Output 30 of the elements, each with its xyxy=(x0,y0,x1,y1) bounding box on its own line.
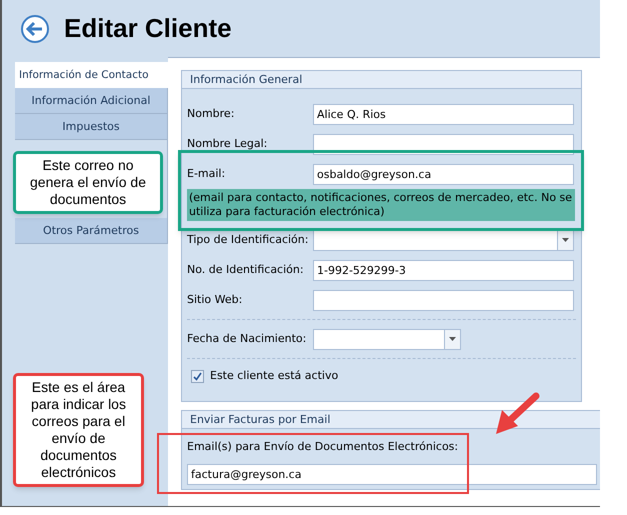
field-label: Tipo de Identificación: xyxy=(187,232,310,248)
sidebar-tab[interactable]: Información Adicional xyxy=(15,88,167,114)
window-title: Editar Cliente xyxy=(64,12,232,45)
checkbox-label: Este cliente está activo xyxy=(210,368,338,384)
input-field[interactable]: factura@greyson.ca xyxy=(187,464,597,484)
group-title: Enviar Facturas por Email xyxy=(182,411,600,429)
field-label: Nombre Legal: xyxy=(187,136,268,152)
group-title: Información General xyxy=(182,71,581,89)
sidebar-tab[interactable]: Información de Contacto xyxy=(15,62,168,88)
checkbox[interactable] xyxy=(191,370,204,382)
arrow-icon xyxy=(494,392,540,436)
field-label: No. de Identificación: xyxy=(187,262,305,278)
caret-icon xyxy=(449,337,456,341)
input-field[interactable] xyxy=(313,290,574,310)
field-label: Sitio Web: xyxy=(187,292,244,308)
caret-icon xyxy=(562,238,569,242)
field-label: Fecha de Nacimiento: xyxy=(187,330,308,347)
field-label: E-mail: xyxy=(187,166,226,182)
dropdown-field[interactable] xyxy=(313,230,574,250)
input-field[interactable]: 1-992-529299-3 xyxy=(313,260,574,280)
field-label: Nombre: xyxy=(187,106,236,122)
date-picker[interactable] xyxy=(313,328,461,350)
sidebar-tab[interactable]: Impuestos xyxy=(15,114,167,140)
field-label: Email(s) para Envío de Documentos Electrónicos: xyxy=(186,439,460,455)
sidebar-tab[interactable]: Otros Parámetros xyxy=(15,218,167,244)
input-field[interactable]: Alice Q. Rios xyxy=(313,104,574,124)
note-text: (email para contacto, notificaciones, correos de mercadeo, etc. No se utiliza para facturación electrónica) xyxy=(187,189,575,221)
callout-note: Este es el área para indicar los correos para el envío de documentos electrónicos xyxy=(13,373,144,487)
callout-note: Este correo no genera el envío de documentos xyxy=(13,151,163,214)
input-field[interactable]: osbaldo@greyson.ca xyxy=(313,164,574,184)
